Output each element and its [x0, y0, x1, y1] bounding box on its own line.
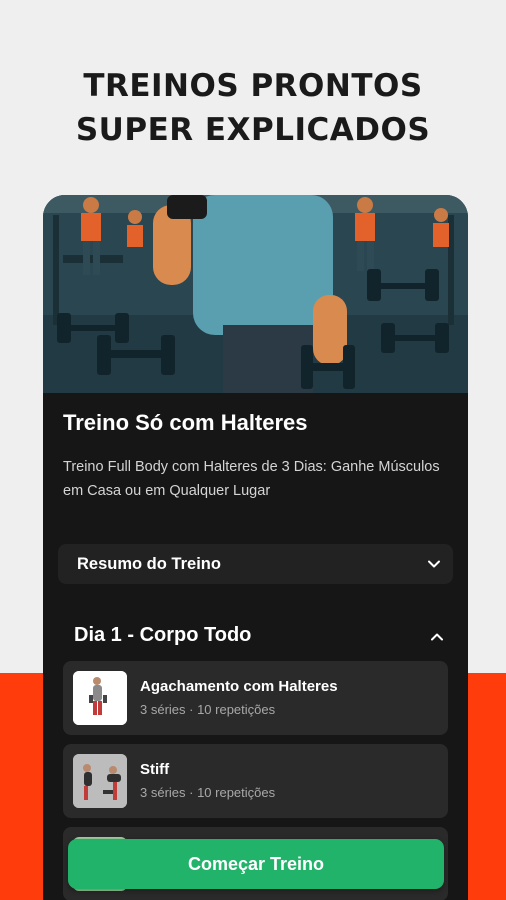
- start-workout-button[interactable]: Começar Treino: [68, 839, 444, 889]
- exercise-name: Stiff: [140, 761, 170, 778]
- chevron-down-icon: [426, 556, 442, 572]
- workout-description: Treino Full Body com Halteres de 3 Dias:…: [63, 459, 440, 499]
- exercise-item[interactable]: Agachamento com Halteres 3 séries · 10 r…: [63, 661, 448, 735]
- headline-line-1: TREINOS PRONTOS: [83, 68, 423, 104]
- promo-headline: TREINOS PRONTOS SUPER EXPLICADOS: [0, 64, 506, 152]
- exercise-sets-reps: 3 séries · 10 repetições: [140, 785, 276, 800]
- exercise-thumbnail: [73, 671, 127, 725]
- workout-title: Treino Só com Halteres: [63, 410, 308, 435]
- exercise-thumbnail: [73, 754, 127, 808]
- workout-hero-image: [43, 195, 468, 393]
- exercise-item[interactable]: Stiff 3 séries · 10 repetições: [63, 744, 448, 818]
- headline-line-2: SUPER EXPLICADOS: [75, 112, 431, 148]
- day-title: Dia 1 - Corpo Todo: [74, 624, 252, 646]
- workout-summary-label: Resumo do Treino: [77, 555, 221, 573]
- workout-screen: Treino Só com Halteres Treino Full Body …: [43, 195, 468, 900]
- workout-summary-toggle[interactable]: Resumo do Treino: [58, 544, 453, 584]
- exercise-sets-reps: 3 séries · 10 repetições: [140, 702, 276, 717]
- exercise-name: Agachamento com Halteres: [140, 678, 338, 695]
- chevron-up-icon[interactable]: [429, 629, 445, 645]
